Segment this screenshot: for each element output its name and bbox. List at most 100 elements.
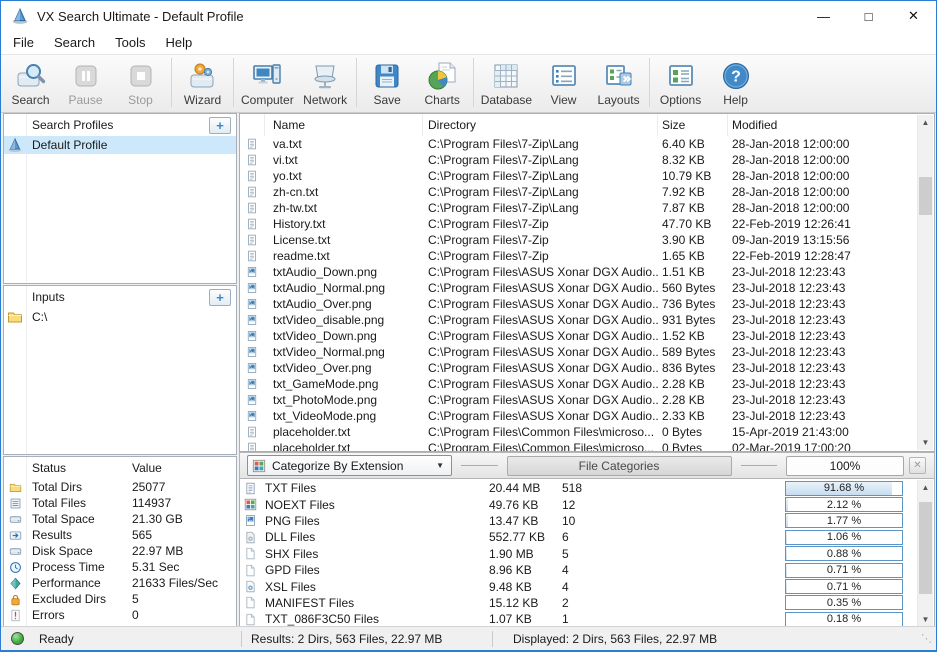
toolbar-button[interactable]: Stop [113,55,168,112]
file-row[interactable]: txt_VideoMode.png C:\Program Files\ASUS … [240,408,917,424]
file-row[interactable]: yo.txt C:\Program Files\7-Zip\Lang 10.79… [240,168,917,184]
menu-item[interactable]: Search [44,32,105,53]
file-row[interactable]: txtVideo_Over.png C:\Program Files\ASUS … [240,360,917,376]
toolbar-button[interactable]: Charts [415,55,470,112]
file-row[interactable]: txtAudio_Down.png C:\Program Files\ASUS … [240,264,917,280]
inputs-title: Inputs [32,290,65,304]
scrollbar-thumb[interactable] [919,502,932,594]
close-categories-button[interactable]: ✕ [909,457,926,474]
file-row[interactable]: txt_GameMode.png C:\Program Files\ASUS X… [240,376,917,392]
toolbar: Search Pause Stop Wizard Computer Networ… [1,54,936,113]
file-row[interactable]: History.txt C:\Program Files\7-Zip 47.70… [240,216,917,232]
gear-file-icon [244,579,257,594]
file-row[interactable]: txtVideo_Down.png C:\Program Files\ASUS … [240,328,917,344]
performance-icon [9,577,22,590]
profile-item[interactable]: Default Profile [4,136,236,154]
file-row[interactable]: zh-tw.txt C:\Program Files\7-Zip\Lang 7.… [240,200,917,216]
file-directory: C:\Program Files\7-Zip\Lang [423,185,658,199]
scroll-up-icon[interactable]: ▲ [918,480,933,495]
menu-item[interactable]: Tools [105,32,155,53]
toolbar-button[interactable]: Options [653,55,708,112]
column-header-size[interactable]: Size [658,114,728,136]
categories-scrollbar[interactable]: ▲ ▼ [917,480,933,627]
column-header-directory[interactable]: Directory [423,114,658,136]
file-size: 47.70 KB [658,217,728,231]
file-size: 3.90 KB [658,233,728,247]
file-row[interactable]: txtAudio_Over.png C:\Program Files\ASUS … [240,296,917,312]
file-name: txtAudio_Normal.png [265,281,423,295]
file-row[interactable]: vi.txt C:\Program Files\7-Zip\Lang 8.32 … [240,152,917,168]
toolbar-button[interactable]: ? Help [708,55,763,112]
file-row[interactable]: zh-cn.txt C:\Program Files\7-Zip\Lang 7.… [240,184,917,200]
file-list-scrollbar[interactable]: ▲ ▼ [917,115,933,450]
toolbar-button[interactable]: Search [3,55,58,112]
zoom-level-button[interactable]: 100% [786,456,904,476]
file-modified: 23-Jul-2018 12:23:43 [728,265,917,279]
file-size: 10.79 KB [658,169,728,183]
file-row[interactable]: txtVideo_Normal.png C:\Program Files\ASU… [240,344,917,360]
file-row[interactable]: txtVideo_disable.png C:\Program Files\AS… [240,312,917,328]
blank-file-icon [244,546,257,561]
file-row[interactable]: readme.txt C:\Program Files\7-Zip 1.65 K… [240,248,917,264]
column-header-modified[interactable]: Modified [728,114,934,136]
status-panel: Status Value Total Dirs 25077 Total File… [3,456,237,629]
toolbar-button[interactable]: View [536,55,591,112]
minimize-button[interactable]: — [801,1,846,31]
file-row[interactable]: txt_PhotoMode.png C:\Program Files\ASUS … [240,392,917,408]
category-row[interactable]: DLL Files 552.77 KB 6 1.06 % [240,529,917,545]
category-row[interactable]: GPD Files 8.96 KB 4 0.71 % [240,562,917,578]
category-percent-label: 0.71 % [827,564,861,576]
file-row[interactable]: License.txt C:\Program Files\7-Zip 3.90 … [240,232,917,248]
status-row: Disk Space 22.97 MB [4,543,236,559]
status-row: Excluded Dirs 5 [4,591,236,607]
toolbar-button[interactable]: Pause [58,55,113,112]
category-row[interactable]: TXT Files 20.44 MB 518 91.68 % [240,480,917,496]
menu-item[interactable]: File [3,32,44,53]
category-row[interactable]: NOEXT Files 49.76 KB 12 2.12 % [240,496,917,512]
menu-item[interactable]: Help [156,32,203,53]
file-directory: C:\Program Files\ASUS Xonar DGX Audio... [423,361,658,375]
column-header-name[interactable]: Name [265,114,423,136]
toolbar-button[interactable]: Wizard [175,55,230,112]
category-count: 4 [562,580,785,594]
input-item[interactable]: C:\ [4,308,236,326]
category-percent-bar: 0.71 % [785,579,903,594]
file-size: 736 Bytes [658,297,728,311]
file-row[interactable]: placeholder.txt C:\Program Files\Common … [240,424,917,440]
scroll-up-icon[interactable]: ▲ [918,115,933,130]
resize-grip-icon[interactable]: ⋱ [921,632,932,645]
toolbar-button[interactable]: Network [298,55,353,112]
category-size: 8.96 KB [489,563,562,577]
add-input-button[interactable]: + [209,289,231,306]
file-list-header: Name Directory Size Modified [240,114,934,136]
category-row[interactable]: SHX Files 1.90 MB 5 0.88 % [240,546,917,562]
png-file-icon [246,281,258,295]
toolbar-separator [233,58,234,107]
file-row[interactable]: va.txt C:\Program Files\7-Zip\Lang 6.40 … [240,136,917,152]
file-categories-button[interactable]: File Categories [507,456,732,476]
category-row[interactable]: MANIFEST Files 15.12 KB 2 0.35 % [240,595,917,611]
category-row[interactable]: PNG Files 13.47 KB 10 1.77 % [240,513,917,529]
file-row[interactable]: placeholder.txt C:\Program Files\Common … [240,440,917,451]
blank-file-icon [244,563,257,578]
toolbar-button[interactable]: Layouts [591,55,646,112]
scroll-down-icon[interactable]: ▼ [918,435,933,450]
close-button[interactable]: ✕ [891,1,936,31]
toolbar-button[interactable]: Computer [237,55,298,112]
file-directory: C:\Program Files\7-Zip [423,217,658,231]
menu-item-label: Help [166,35,193,50]
categorize-mode-dropdown[interactable]: Categorize By Extension ▼ [247,455,452,476]
maximize-button[interactable]: □ [846,1,891,31]
category-count: 2 [562,596,785,610]
file-row[interactable]: txtAudio_Normal.png C:\Program Files\ASU… [240,280,917,296]
category-name: PNG Files [264,514,489,528]
png-file-icon [246,297,258,311]
png-file-icon [246,409,258,423]
toolbar-button[interactable]: Database [477,55,536,112]
scroll-down-icon[interactable]: ▼ [918,612,933,627]
add-profile-button[interactable]: + [209,117,231,134]
scrollbar-thumb[interactable] [919,177,932,215]
file-directory: C:\Program Files\7-Zip [423,233,658,247]
toolbar-button[interactable]: Save [360,55,415,112]
category-row[interactable]: XSL Files 9.48 KB 4 0.71 % [240,578,917,594]
